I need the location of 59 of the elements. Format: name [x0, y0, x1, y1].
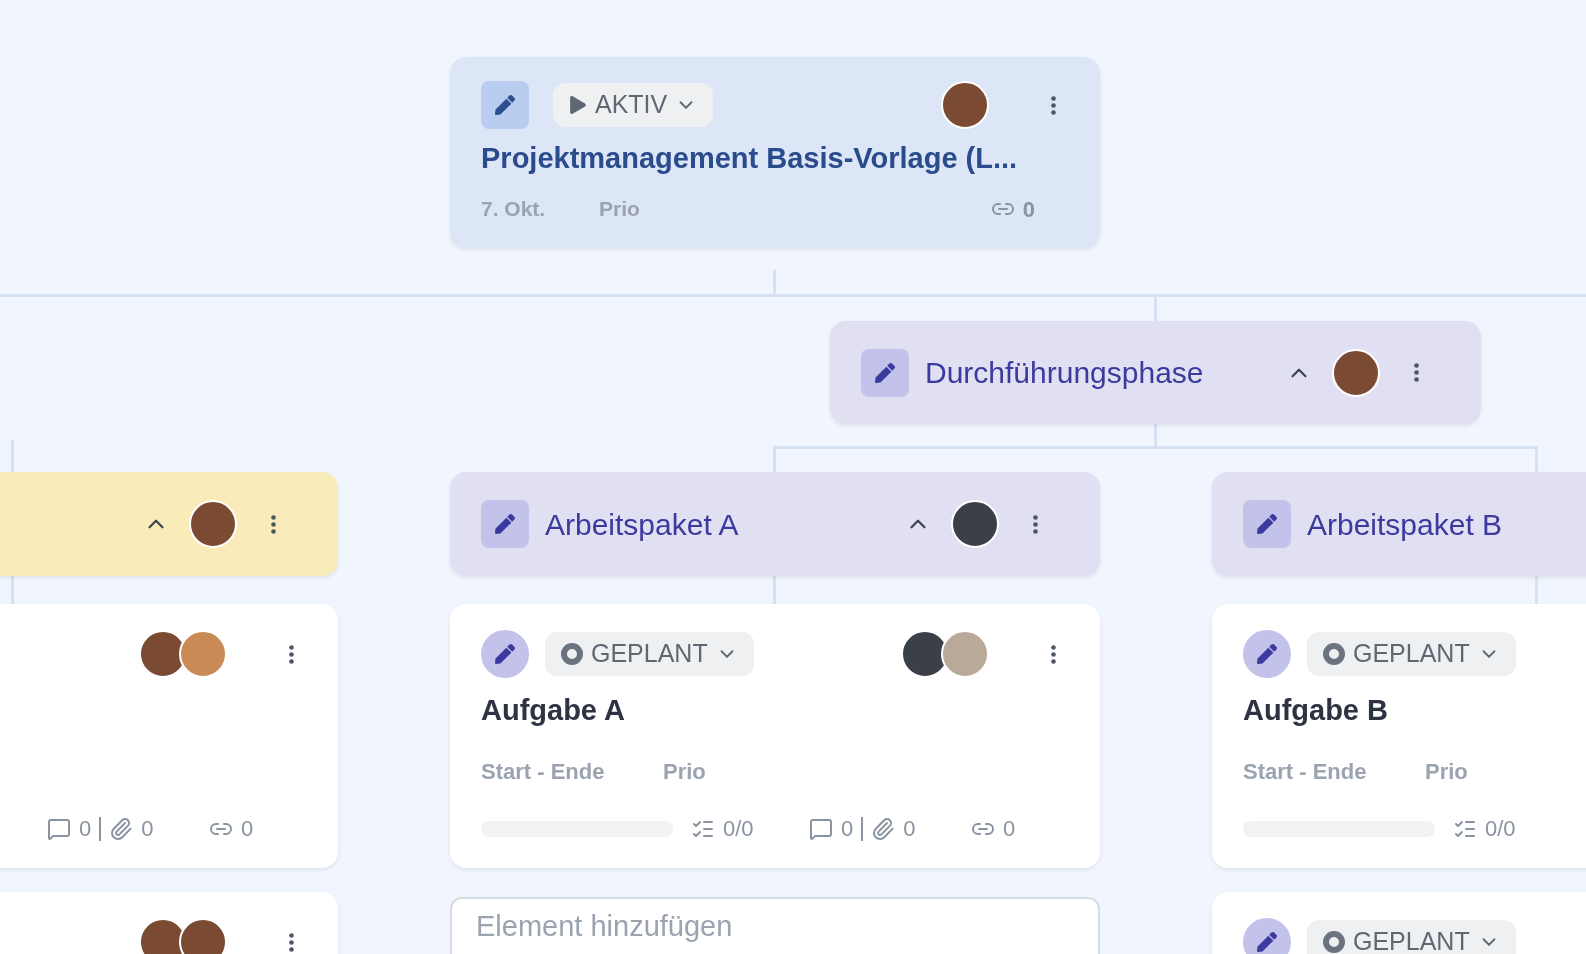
- vertical-dots-icon: [270, 514, 276, 534]
- task-card[interactable]: GEPLANT Aufgabe A Start - Ende Prio 0/0 0 0 0: [450, 604, 1100, 868]
- paperclip-icon: [109, 816, 134, 841]
- node-title: Arbeitspaket B: [1307, 506, 1503, 543]
- pencil-icon: [495, 514, 515, 534]
- vertical-dots-icon: [1032, 514, 1038, 534]
- count-text: 0: [841, 815, 854, 843]
- pencil-icon: [1257, 932, 1277, 952]
- edit-button[interactable]: [1243, 500, 1291, 548]
- phase-card[interactable]: Durchführungsphase: [830, 321, 1481, 424]
- package-card[interactable]: Arbeitspaket B: [1212, 472, 1586, 576]
- pencil-icon: [875, 362, 895, 383]
- paperclip-icon: [871, 816, 896, 841]
- project-title: Projektmanagement Basis-Vorlage (L...: [481, 141, 1019, 176]
- count-text: 0/0: [723, 815, 754, 843]
- vertical-dots-icon: [288, 644, 294, 664]
- count-text: 0: [79, 815, 92, 843]
- task-card[interactable]: GEPLANT: [1212, 892, 1586, 954]
- task-card[interactable]: GEPLANT Aufgabe B Start - Ende Prio 0/0: [1212, 604, 1586, 868]
- edit-button[interactable]: [481, 630, 529, 678]
- vertical-dots-icon: [288, 932, 294, 952]
- task-title: Aufgabe A: [481, 692, 625, 728]
- pencil-icon: [1257, 644, 1277, 664]
- task-title: Aufgabe B: [1243, 692, 1388, 728]
- node-title: Durchführungsphase: [925, 355, 1204, 391]
- comment-icon: [47, 816, 71, 841]
- status-dropdown[interactable]: AKTIV: [553, 83, 714, 127]
- status-dropdown[interactable]: GEPLANT: [1307, 632, 1516, 676]
- edit-button[interactable]: [1243, 918, 1291, 954]
- project-card[interactable]: AKTIV Projektmanagement Basis-Vorlage (L... 7. Okt. Prio 0: [450, 57, 1100, 248]
- count-text: 0: [903, 815, 916, 843]
- status-dropdown[interactable]: GEPLANT: [1307, 920, 1516, 954]
- status-dropdown[interactable]: GEPLANT: [545, 632, 754, 676]
- priority-text: Prio: [599, 196, 640, 223]
- node-title: Arbeitspaket A: [545, 506, 739, 543]
- package-card[interactable]: Arbeitspaket A: [450, 472, 1100, 576]
- vertical-dots-icon: [1050, 644, 1056, 664]
- edit-button[interactable]: [481, 81, 529, 129]
- pencil-icon: [495, 95, 515, 115]
- add-element-field[interactable]: Element hinzufügen: [450, 897, 1100, 954]
- count-text: 0: [1022, 195, 1035, 224]
- date-range-text: Start - Ende: [481, 758, 606, 786]
- date-range-text: Start - Ende: [1243, 758, 1368, 786]
- comment-icon: [809, 816, 833, 841]
- count-text: 0: [241, 815, 254, 843]
- edit-button[interactable]: [861, 348, 909, 397]
- priority-text: Prio: [1425, 758, 1468, 786]
- edit-button[interactable]: [481, 500, 529, 548]
- count-text: 0/0: [1485, 815, 1516, 843]
- date-text: 7. Okt.: [481, 196, 547, 223]
- play-icon: [569, 96, 587, 114]
- priority-text: Prio: [663, 758, 706, 786]
- edit-button[interactable]: [1243, 630, 1291, 678]
- vertical-dots-icon: [1050, 95, 1056, 115]
- count-text: 0: [141, 815, 154, 843]
- vertical-dots-icon: [1413, 363, 1419, 382]
- pencil-icon: [495, 644, 515, 664]
- count-text: 0: [1003, 815, 1016, 843]
- pencil-icon: [1257, 514, 1277, 534]
